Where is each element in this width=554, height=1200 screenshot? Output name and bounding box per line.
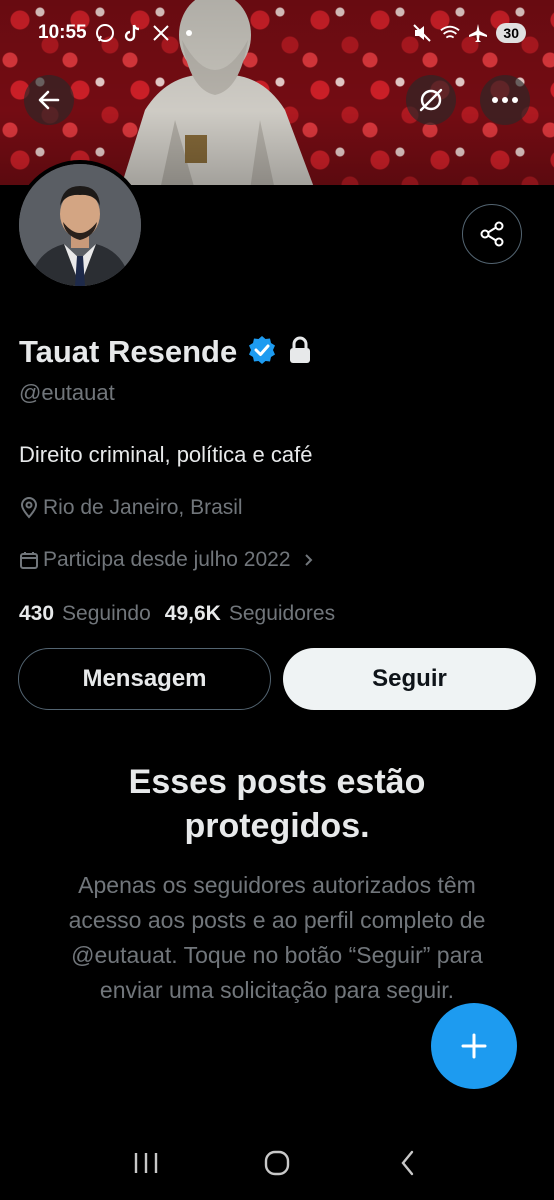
plus-icon <box>461 1033 487 1059</box>
profile-name: Tauat Resende <box>19 334 238 369</box>
following-label[interactable]: Seguindo <box>62 602 151 626</box>
arrow-left-icon <box>38 90 60 110</box>
mute-icon <box>412 23 432 43</box>
battery-indicator: 30 <box>496 23 526 43</box>
system-nav-bar <box>0 1130 554 1196</box>
followers-label[interactable]: Seguidores <box>229 602 335 626</box>
more-options-button[interactable] <box>480 75 530 125</box>
profile-name-row: Tauat Resende <box>19 334 313 370</box>
airplane-icon <box>468 23 488 43</box>
system-back-button[interactable] <box>378 1138 438 1188</box>
dot-icon <box>179 23 199 43</box>
recent-apps-button[interactable] <box>116 1138 176 1188</box>
location-pin-icon <box>20 497 38 519</box>
status-bar: 10:55 30 <box>38 16 526 50</box>
protected-description: Apenas os seguidores autorizados têm ace… <box>68 872 486 1003</box>
follow-counts: 430 Seguindo 49,6K Seguidores <box>19 602 349 626</box>
profile-bio: Direito criminal, política e café <box>19 442 313 467</box>
x-icon <box>151 23 171 43</box>
recent-apps-icon <box>134 1153 157 1173</box>
profile-joined[interactable]: Participa desde julho 2022 <box>19 548 317 572</box>
message-button[interactable]: Mensagem <box>18 648 271 710</box>
back-button[interactable] <box>24 75 74 125</box>
chevron-right-icon <box>304 554 312 566</box>
grok-button[interactable] <box>406 75 456 125</box>
followers-count[interactable]: 49,6K <box>165 602 221 626</box>
protected-title: Esses posts estão protegidos. <box>128 763 426 845</box>
chevron-left-icon <box>401 1150 414 1176</box>
lock-icon <box>287 336 313 369</box>
more-dots-icon <box>492 97 518 103</box>
follow-button[interactable]: Seguir <box>283 648 536 710</box>
profile-handle: @eutauat <box>19 380 115 405</box>
home-button[interactable] <box>247 1138 307 1188</box>
calendar-icon <box>20 552 38 569</box>
grok-icon <box>419 88 443 112</box>
wifi-icon <box>440 23 461 43</box>
avatar-photo <box>19 164 141 286</box>
verified-badge-icon[interactable] <box>247 335 277 370</box>
home-icon <box>264 1150 290 1176</box>
tiktok-icon <box>123 23 143 43</box>
share-button[interactable] <box>462 204 522 264</box>
avatar[interactable] <box>15 160 145 290</box>
status-time: 10:55 <box>38 22 87 43</box>
share-icon <box>480 221 504 247</box>
compose-button[interactable] <box>431 1003 517 1089</box>
location-text: Rio de Janeiro, Brasil <box>43 496 243 519</box>
profile-location: Rio de Janeiro, Brasil <box>19 496 243 520</box>
following-count[interactable]: 430 <box>19 602 54 626</box>
whatsapp-icon <box>95 23 115 43</box>
joined-text: Participa desde julho 2022 <box>43 548 291 571</box>
